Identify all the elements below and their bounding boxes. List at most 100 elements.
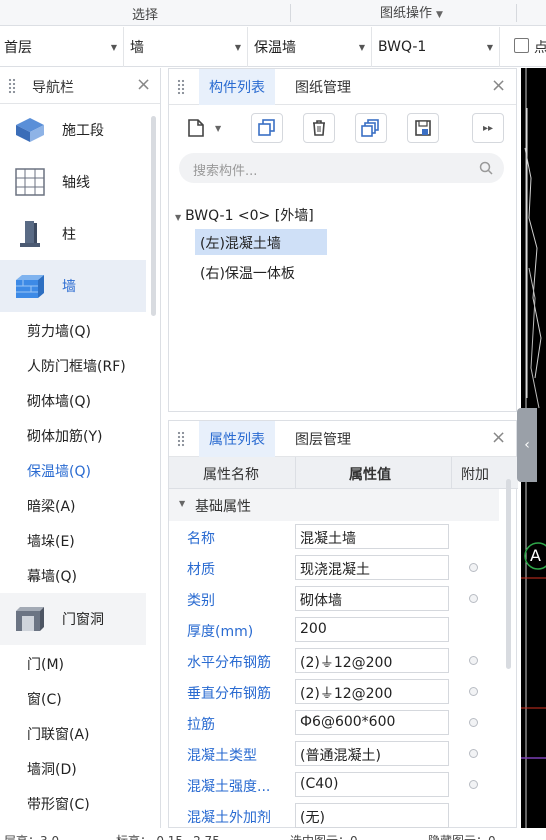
collapse-panel-button[interactable]: ‹ [517, 408, 537, 482]
attach-checkbox[interactable] [469, 594, 478, 603]
component-dropdown[interactable]: BWQ-1 ▼ [372, 27, 500, 67]
property-value-field[interactable]: 200 [295, 617, 449, 642]
nav-subitem-hidden-beam[interactable]: 暗梁(A) [27, 496, 76, 516]
property-name: 混凝土强度... [187, 779, 271, 795]
point-checkbox-label: 点 [534, 40, 546, 56]
property-row[interactable]: 混凝土类型 (普通混凝土) [169, 738, 499, 769]
nav-subitem-insulation-wall[interactable]: 保温墙(Q) [27, 461, 91, 481]
drag-handle-icon[interactable] [8, 78, 16, 94]
component-value: BWQ-1 [378, 39, 427, 55]
component-panel-header: 构件列表 图纸管理 × [169, 69, 516, 105]
close-icon[interactable]: × [491, 427, 506, 448]
property-row[interactable]: 拉筋 Ф6@600*600 [169, 707, 499, 738]
component-search-input[interactable]: 搜索构件... [179, 153, 504, 183]
property-row[interactable]: 水平分布钢筋 (2)⏚12@200 [169, 645, 499, 676]
copy-component-button[interactable] [251, 113, 283, 143]
nav-subitem-wall-opening[interactable]: 墙洞(D) [27, 759, 77, 779]
attach-checkbox[interactable] [469, 749, 478, 758]
nav-subitem-curtain-wall[interactable]: 幕墙(Q) [27, 566, 77, 586]
nav-subitem-pilaster[interactable]: 墙垛(E) [27, 531, 75, 551]
new-component-button[interactable]: ▼ [185, 113, 233, 143]
attach-checkbox[interactable] [469, 718, 478, 727]
tab-layer-management[interactable]: 图层管理 [285, 421, 361, 457]
property-scrollbar[interactable] [506, 479, 511, 669]
tab-drawing-management[interactable]: 图纸管理 [285, 69, 361, 105]
tree-child-item-selected[interactable]: (左)混凝土墙 [195, 229, 327, 255]
attach-checkbox[interactable] [469, 656, 478, 665]
property-row[interactable]: 材质 现浇混凝土 [169, 552, 499, 583]
type-dropdown[interactable]: 保温墙 ▼ [248, 27, 372, 67]
status-hidden: 隐藏图元：0 [428, 832, 496, 840]
property-row[interactable]: 混凝土外加剂 (无) [169, 800, 499, 831]
attach-checkbox[interactable] [469, 687, 478, 696]
nav-subitem-door[interactable]: 门(M) [27, 654, 64, 674]
expand-caret-icon[interactable]: ▼ [175, 213, 181, 222]
attach-checkbox[interactable] [469, 780, 478, 789]
close-icon[interactable]: × [136, 74, 151, 95]
nav-subitem-strip-window[interactable]: 带形窗(C) [27, 794, 90, 814]
component-list-panel: 构件列表 图纸管理 × ▼ ▸▸ 搜索构件... ▼ BWQ-1 <0> [外墙]… [168, 68, 517, 412]
double-chevron-right-icon: ▸▸ [482, 122, 494, 134]
drawing-ops-menu[interactable]: 图纸操作 ▼ [380, 2, 443, 21]
attach-checkbox[interactable] [469, 563, 478, 572]
property-value-field[interactable]: 现浇混凝土 [295, 555, 449, 580]
ribbon-divider [290, 4, 291, 22]
property-value-field[interactable]: (C40) [295, 772, 449, 797]
floor-dropdown[interactable]: 首层 ▼ [0, 27, 124, 67]
save-component-button[interactable] [407, 113, 439, 143]
point-checkbox[interactable] [514, 38, 529, 53]
nav-item-column[interactable]: 柱 [0, 208, 146, 260]
drag-handle-icon[interactable] [177, 431, 185, 447]
nav-subitem-window[interactable]: 窗(C) [27, 689, 62, 709]
property-row[interactable]: 名称 混凝土墙 [169, 521, 499, 552]
collapse-caret-icon[interactable]: ▼ [179, 499, 185, 508]
property-name: 类别 [187, 593, 215, 609]
search-icon[interactable] [479, 161, 493, 175]
copy-layer-button[interactable] [355, 113, 387, 143]
nav-subitem-door-window-combo[interactable]: 门联窗(A) [27, 724, 90, 744]
property-name: 混凝土外加剂 [187, 810, 271, 826]
layers-copy-icon [361, 119, 379, 137]
tab-property-list[interactable]: 属性列表 [199, 421, 275, 457]
caret-down-icon: ▼ [486, 42, 493, 52]
property-panel: 属性列表 图层管理 × 属性名称 属性值 附加 ▼ 基础属性 名称 混凝土墙 材质… [168, 420, 518, 831]
property-value-field[interactable]: (2)⏚12@200 [295, 679, 449, 704]
nav-scrollbar[interactable] [151, 116, 156, 316]
tree-root-item[interactable]: ▼ BWQ-1 <0> [外墙] [175, 205, 314, 225]
tree-child-item[interactable]: (右)保温一体板 [195, 259, 300, 287]
type-value: 保温墙 [254, 40, 296, 56]
drag-handle-icon[interactable] [177, 79, 185, 95]
axis-label: A [530, 546, 541, 565]
select-group-label[interactable]: 选择 [132, 4, 158, 23]
tab-component-list[interactable]: 构件列表 [199, 69, 275, 105]
property-table-header: 属性名称 属性值 附加 [169, 457, 518, 489]
property-row[interactable]: 垂直分布钢筋 (2)⏚12@200 [169, 676, 499, 707]
chevron-left-icon: ‹ [524, 437, 530, 453]
status-elevation: 标高：-0.15~2.75 [116, 832, 220, 840]
property-row[interactable]: 类别 砌体墙 [169, 583, 499, 614]
property-row[interactable]: 混凝土强度... (C40) [169, 769, 499, 800]
nav-item-construction-stage[interactable]: 施工段 [0, 104, 146, 156]
delete-component-button[interactable] [303, 113, 335, 143]
property-value-field[interactable]: 砌体墙 [295, 586, 449, 611]
property-group-basic[interactable]: ▼ 基础属性 [169, 489, 499, 521]
nav-subitem-masonry-rebar[interactable]: 砌体加筋(Y) [27, 426, 102, 446]
property-value-field[interactable]: (2)⏚12@200 [295, 648, 449, 673]
nav-subitem-shear-wall[interactable]: 剪力墙(Q) [27, 321, 91, 341]
nav-subitem-masonry-wall[interactable]: 砌体墙(Q) [27, 391, 91, 411]
nav-subitem-civil-defense-wall[interactable]: 人防门框墙(RF) [27, 356, 126, 376]
close-icon[interactable]: × [491, 75, 506, 96]
status-selected: 选中图元：0 [290, 832, 358, 840]
nav-item-wall[interactable]: 墙 [0, 260, 146, 312]
category-dropdown[interactable]: 墙 ▼ [124, 27, 248, 67]
nav-header: 导航栏 × [0, 68, 160, 104]
property-row[interactable]: 厚度(mm) 200 [169, 614, 499, 645]
property-value-field[interactable]: (普通混凝土) [295, 741, 449, 766]
property-value-field[interactable]: (无) [295, 803, 449, 828]
nav-item-grid-axis[interactable]: 轴线 [0, 156, 146, 208]
nav-title: 导航栏 [32, 80, 74, 96]
property-value-field[interactable]: 混凝土墙 [295, 524, 449, 549]
nav-item-door-window[interactable]: 门窗洞 [0, 593, 146, 645]
property-value-field[interactable]: Ф6@600*600 [295, 710, 449, 735]
more-options-button[interactable]: ▸▸ [472, 113, 504, 143]
